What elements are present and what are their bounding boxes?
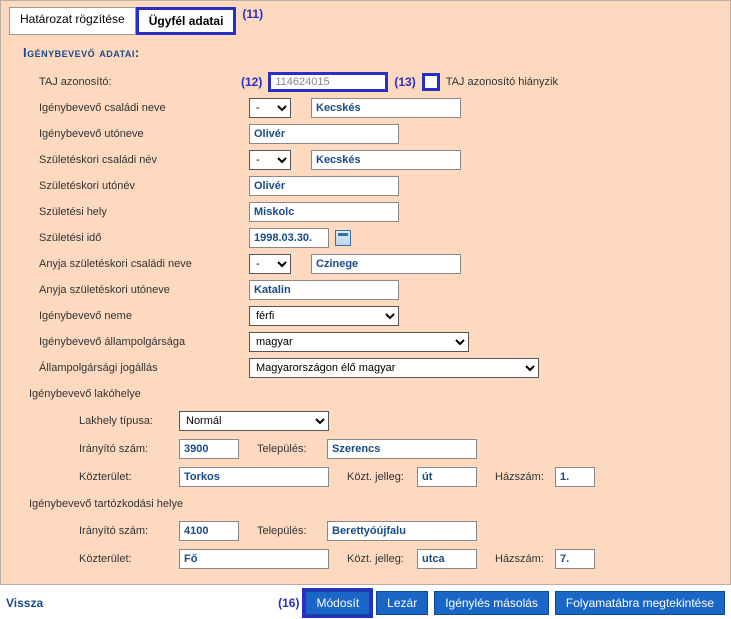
prefix1-select[interactable]: - <box>249 98 291 118</box>
label-tart-hazszam: Házszám: <box>495 553 555 565</box>
sz-ido-input[interactable] <box>249 228 329 248</box>
sz-utonev-input[interactable] <box>249 176 399 196</box>
vissza-link[interactable]: Vissza <box>6 596 43 610</box>
label-tart-kozterulet: Közterület: <box>79 553 179 565</box>
lak-telepules-input[interactable] <box>327 439 477 459</box>
section-title: Igénybevevő adatai: <box>23 45 722 60</box>
label-sz-csaladi: Születéskori családi név <box>39 154 249 166</box>
label-lak-kozterulet: Közterület: <box>79 471 179 483</box>
jogallas-select[interactable]: Magyarországon élő magyar <box>249 358 539 378</box>
label-lakohely-hdr: Igénybevevő lakóhelye <box>29 388 141 400</box>
sz-csaladi-input[interactable] <box>311 150 461 170</box>
tart-jelleg-input[interactable] <box>417 549 477 569</box>
label-lakhely-tipus: Lakhely típusa: <box>79 415 179 427</box>
label-anyja-csaladi: Anyja születéskori családi neve <box>39 258 249 270</box>
calendar-icon[interactable] <box>335 230 351 246</box>
neme-select[interactable]: férfi <box>249 306 399 326</box>
allampolg-select[interactable]: magyar <box>249 332 469 352</box>
annotation-11: (11) <box>242 7 263 35</box>
tab-hatarozat[interactable]: Határozat rögzítése <box>9 7 136 35</box>
label-tart-jelleg: Közt. jelleg: <box>347 553 417 565</box>
tart-irsz-input[interactable] <box>179 521 239 541</box>
label-taj: TAJ azonosító: <box>39 76 249 88</box>
taj-missing-checkbox[interactable] <box>422 73 440 91</box>
annotation-16: (16) <box>278 596 299 610</box>
label-neme: Igénybevevő neme <box>39 310 249 322</box>
annotation-12: (12) <box>241 75 262 89</box>
label-sz-utonev: Születéskori utónév <box>39 180 249 192</box>
sz-hely-input[interactable] <box>249 202 399 222</box>
lezar-button[interactable]: Lezár <box>376 591 428 615</box>
label-tart-hdr: Igénybevevő tartózkodási helye <box>29 498 183 510</box>
lakhely-tipus-select[interactable]: Normál <box>179 411 329 431</box>
tart-kozterulet-input[interactable] <box>179 549 329 569</box>
label-csaladi: Igénybevevő családi neve <box>39 102 249 114</box>
label-sz-hely: Születési hely <box>39 206 249 218</box>
tab-ugyfel-adatai[interactable]: Ügyfél adatai <box>136 7 237 35</box>
label-lak-jelleg: Közt. jelleg: <box>347 471 417 483</box>
prefix2-select[interactable]: - <box>249 150 291 170</box>
anyja-uto-input[interactable] <box>249 280 399 300</box>
label-tart-irsz: Irányító szám: <box>79 525 179 537</box>
label-lak-irsz: Irányító szám: <box>79 443 179 455</box>
label-lak-telepules: Település: <box>257 443 327 455</box>
tart-telepules-input[interactable] <box>327 521 477 541</box>
folyamatabra-button[interactable]: Folyamatábra megtekintése <box>555 591 725 615</box>
lak-jelleg-input[interactable] <box>417 467 477 487</box>
igenyles-masolas-button[interactable]: Igénylés másolás <box>434 591 549 615</box>
taj-input[interactable] <box>268 72 388 92</box>
label-sz-ido: Születési idő <box>39 232 249 244</box>
anyja-csaladi-input[interactable] <box>311 254 461 274</box>
modosit-button[interactable]: Módosít <box>305 591 370 615</box>
annotation-13: (13) <box>394 75 415 89</box>
lak-hazszam-input[interactable] <box>555 467 595 487</box>
label-jogallas: Állampolgársági jogállás <box>39 362 249 374</box>
label-allampolg: Igénybevevő állampolgársága <box>39 336 249 348</box>
lak-irsz-input[interactable] <box>179 439 239 459</box>
lak-kozterulet-input[interactable] <box>179 467 329 487</box>
csaladi-input[interactable] <box>311 98 461 118</box>
label-lak-hazszam: Házszám: <box>495 471 555 483</box>
label-utonev: Igénybevevő utóneve <box>39 128 249 140</box>
prefix3-select[interactable]: - <box>249 254 291 274</box>
label-anyja-uto: Anyja születéskori utóneve <box>39 284 249 296</box>
label-tart-telepules: Település: <box>257 525 327 537</box>
tart-hazszam-input[interactable] <box>555 549 595 569</box>
label-taj-missing: TAJ azonosító hiányzik <box>446 76 558 88</box>
utonev-input[interactable] <box>249 124 399 144</box>
